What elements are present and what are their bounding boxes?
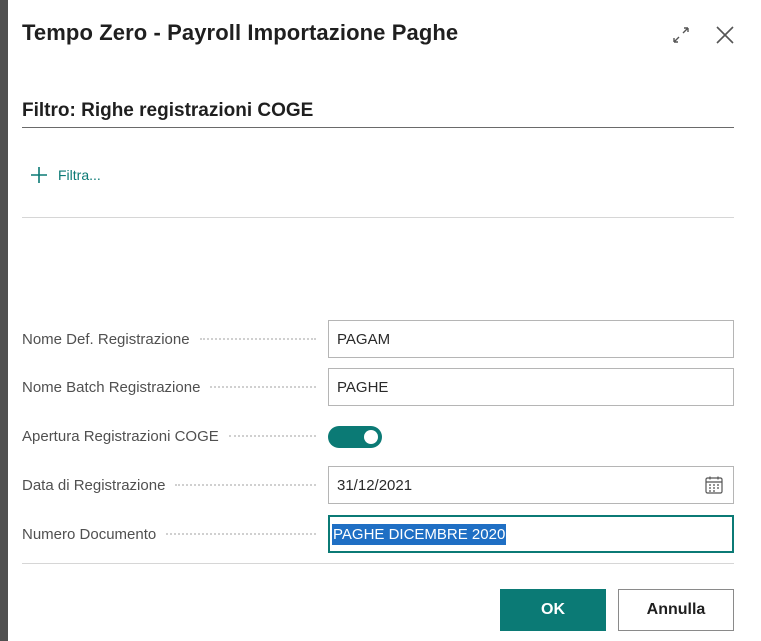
- nome-def-registrazione-input[interactable]: [328, 320, 734, 358]
- cancel-button[interactable]: Annulla: [618, 589, 734, 631]
- filter-divider: [22, 217, 734, 218]
- field-label: Nome Batch Registrazione: [22, 378, 201, 396]
- field-label-wrap: Data di Registrazione: [22, 466, 322, 504]
- label-leader-dots: [228, 435, 316, 437]
- calendar-icon[interactable]: [704, 475, 724, 495]
- form-row-numero-documento: Numero Documento PAGHE DICEMBRE 2020: [22, 515, 734, 553]
- dialog-title: Tempo Zero - Payroll Importazione Paghe: [22, 20, 459, 45]
- expand-icon[interactable]: [667, 21, 695, 49]
- field-label-wrap: Apertura Registrazioni COGE: [22, 417, 322, 455]
- field-label-wrap: Numero Documento: [22, 515, 322, 553]
- label-leader-dots: [199, 338, 316, 340]
- field-label: Data di Registrazione: [22, 476, 166, 494]
- label-leader-dots: [210, 386, 316, 388]
- add-filter-label: Filtra...: [58, 167, 101, 183]
- filter-section-title: Filtro: Righe registrazioni COGE: [22, 100, 314, 121]
- data-registrazione-input[interactable]: [328, 466, 734, 504]
- field-label: Apertura Registrazioni COGE: [22, 427, 219, 445]
- dialog-title-bar: Tempo Zero - Payroll Importazione Paghe: [22, 18, 739, 52]
- form-row-apertura-registrazioni: Apertura Registrazioni COGE: [22, 417, 734, 455]
- form-row-batch-registrazione: Nome Batch Registrazione: [22, 368, 734, 406]
- plus-icon: [31, 167, 47, 183]
- toggle-knob: [364, 430, 378, 444]
- title-actions: [667, 18, 739, 52]
- section-divider: [22, 127, 734, 128]
- form-row-data-registrazione: Data di Registrazione: [22, 466, 734, 504]
- numero-documento-input[interactable]: PAGHE DICEMBRE 2020: [328, 515, 734, 553]
- add-filter-button[interactable]: Filtra...: [30, 166, 101, 184]
- field-label-wrap: Nome Def. Registrazione: [22, 320, 322, 358]
- footer-divider: [22, 563, 734, 564]
- close-icon[interactable]: [711, 21, 739, 49]
- nome-batch-registrazione-input[interactable]: [328, 368, 734, 406]
- ok-button[interactable]: OK: [500, 589, 606, 631]
- label-leader-dots: [175, 484, 316, 486]
- dialog: Tempo Zero - Payroll Importazione Paghe …: [8, 0, 761, 641]
- form-row-def-registrazione: Nome Def. Registrazione: [22, 320, 734, 358]
- apertura-registrazioni-toggle[interactable]: [328, 426, 382, 448]
- label-leader-dots: [166, 533, 316, 535]
- field-label: Numero Documento: [22, 525, 157, 543]
- selected-text: PAGHE DICEMBRE 2020: [332, 523, 507, 545]
- field-label-wrap: Nome Batch Registrazione: [22, 368, 322, 406]
- field-label: Nome Def. Registrazione: [22, 330, 190, 348]
